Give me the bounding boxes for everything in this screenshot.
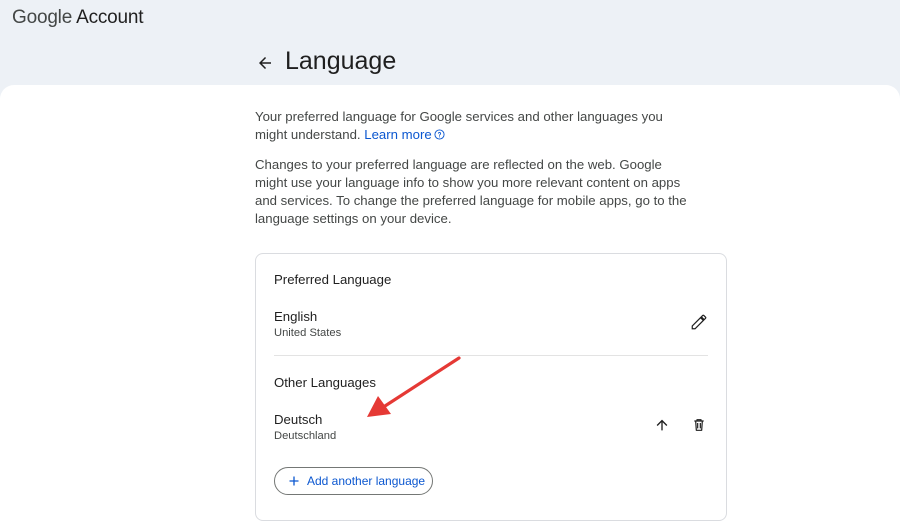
page-title: Language [285, 47, 397, 75]
arrow-back-icon [259, 57, 271, 69]
intro-text: Your preferred language for Google servi… [255, 109, 663, 142]
move-up-button[interactable] [650, 413, 674, 437]
brand-account: Account [76, 7, 144, 28]
list-item: Deutsch Deutschland [274, 412, 708, 452]
add-another-language-button[interactable]: Add another language [274, 467, 433, 495]
details-paragraph: Changes to your preferred language are r… [255, 157, 687, 226]
trash-icon [694, 419, 704, 431]
preferred-language-title: Preferred Language [274, 272, 392, 287]
edit-preferred-language-button[interactable] [687, 310, 711, 334]
preferred-language-region: United States [274, 327, 342, 339]
other-languages-title: Other Languages [274, 375, 376, 390]
learn-more-link[interactable]: Learn more [364, 127, 445, 145]
top-bar: Google Account Language [0, 0, 900, 90]
back-button[interactable] [252, 50, 278, 76]
intro-paragraph: Your preferred language for Google servi… [255, 108, 695, 145]
other-language-region: Deutschland [274, 430, 337, 442]
add-language-label: Add another language [307, 474, 426, 488]
other-language-name: Deutsch [274, 412, 323, 427]
language-card: Preferred Language English United States… [255, 253, 727, 521]
learn-more-label: Learn more [364, 127, 432, 142]
preferred-language-row: English United States [274, 309, 708, 349]
pencil-icon [691, 314, 707, 330]
section-divider [274, 355, 708, 356]
main-content: Your preferred language for Google servi… [0, 85, 900, 522]
plus-icon [288, 475, 300, 487]
preferred-language-name: English [274, 309, 318, 324]
google-account-logo[interactable]: Google Account [12, 7, 144, 29]
brand-google: Google [12, 7, 73, 28]
arrow-up-icon [656, 419, 668, 431]
help-icon [434, 127, 445, 145]
delete-language-button[interactable] [687, 413, 711, 437]
